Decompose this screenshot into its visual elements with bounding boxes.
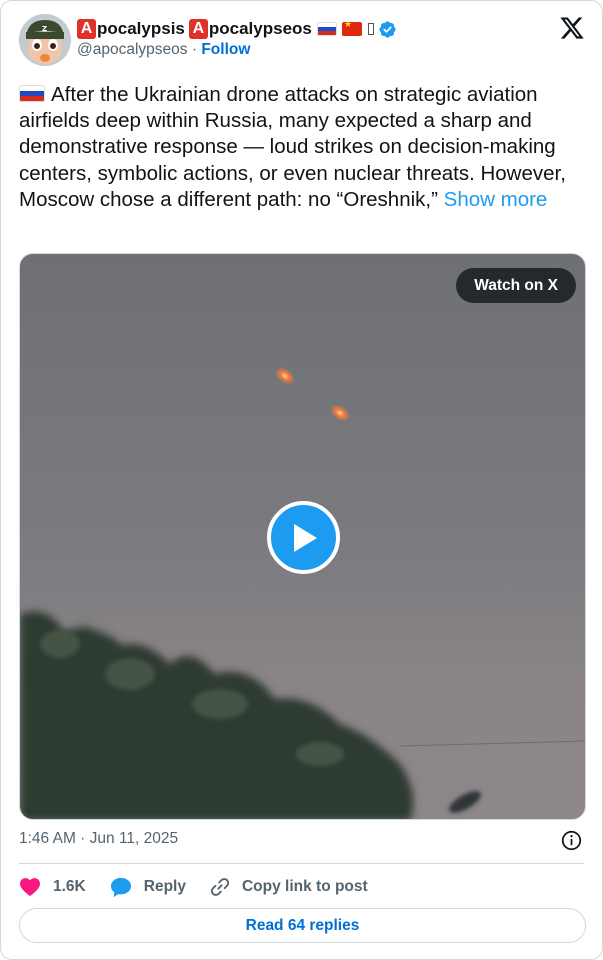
reply-bubble-icon	[110, 877, 131, 897]
like-count: 1.6K	[53, 878, 86, 895]
video-player[interactable]: Watch on X	[19, 253, 586, 820]
glowing-object	[330, 404, 350, 422]
action-bar: 1.6K Reply Copy link to post	[19, 874, 392, 900]
glowing-object	[275, 367, 295, 385]
like-button[interactable]: 1.6K	[19, 877, 86, 897]
russia-flag-icon	[19, 85, 45, 102]
divider	[19, 863, 584, 864]
author-name[interactable]: A pocalypsis A pocalypseos	[77, 17, 397, 41]
reply-button[interactable]: Reply	[110, 877, 186, 898]
watch-on-x-button[interactable]: Watch on X	[456, 268, 576, 303]
tweet-text: After the Ukrainian drone attacks on str…	[19, 82, 589, 213]
copy-link-label: Copy link to post	[241, 878, 368, 895]
separator-dot: ·	[191, 41, 198, 58]
verified-badge-icon	[378, 20, 397, 39]
heart-icon	[20, 878, 40, 897]
unknown-glyph-icon	[367, 23, 374, 35]
street-light	[449, 791, 481, 813]
timestamp[interactable]: 1:46 AM · Jun 11, 2025	[19, 830, 178, 848]
author-name-part-2: pocalypseos	[208, 19, 312, 38]
reply-label: Reply	[143, 878, 186, 895]
letter-a-badge-icon: A	[77, 19, 96, 39]
show-more-link[interactable]: Show more	[444, 188, 548, 211]
avatar[interactable]: Z	[19, 14, 71, 66]
tweet-embed-card: Z A pocalypsis A pocalypseos @apocalypse…	[0, 0, 603, 960]
read-replies-button[interactable]: Read 64 replies	[19, 908, 586, 943]
svg-text:Z: Z	[42, 25, 47, 33]
author-handle-row: @apocalypseos · Follow	[77, 41, 250, 59]
china-flag-icon	[341, 22, 362, 36]
author-name-part-1: pocalypsis	[97, 19, 185, 38]
link-icon	[210, 878, 230, 896]
info-icon[interactable]	[561, 830, 582, 851]
play-icon	[293, 523, 317, 552]
author-handle[interactable]: @apocalypseos	[77, 41, 188, 58]
letter-a-badge-icon: A	[188, 19, 208, 39]
follow-link[interactable]: Follow	[201, 41, 250, 58]
play-button[interactable]	[267, 501, 340, 574]
russia-flag-icon	[316, 22, 337, 36]
copy-link-button[interactable]: Copy link to post	[210, 877, 368, 897]
x-logo-icon[interactable]	[559, 15, 585, 41]
